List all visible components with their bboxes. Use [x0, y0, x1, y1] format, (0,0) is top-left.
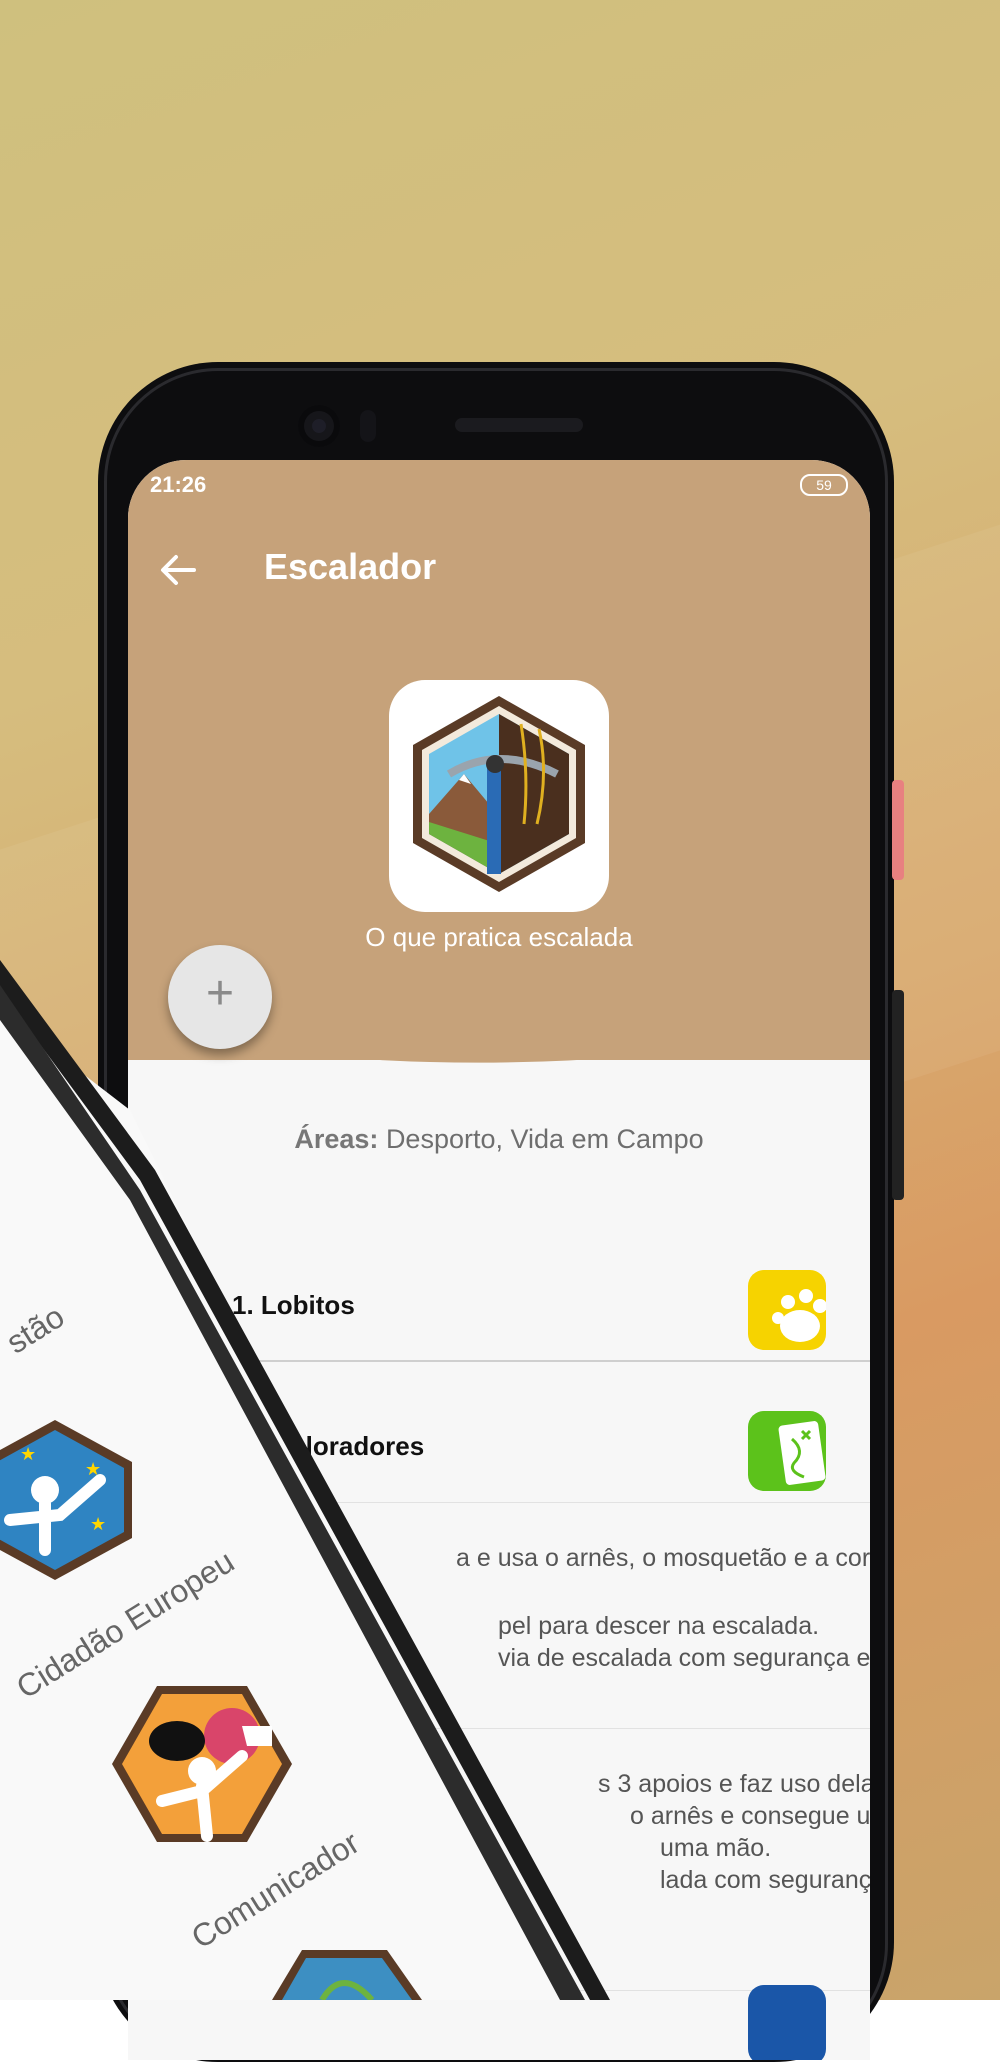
svg-text:★: ★	[90, 1514, 106, 1535]
comunicador-badge-icon	[112, 1686, 292, 1842]
svg-text:★: ★	[20, 1444, 36, 1465]
cidadao-europeu-badge-icon: ★ ★ ★	[0, 1420, 132, 1580]
partial-badge-icon	[272, 1950, 422, 2000]
svg-text:★: ★	[85, 1459, 101, 1480]
